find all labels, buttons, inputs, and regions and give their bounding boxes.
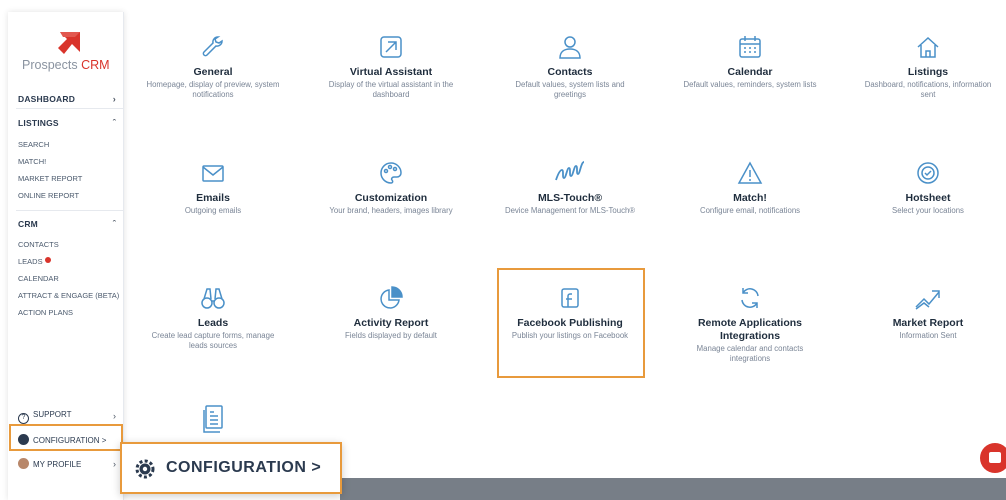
user-icon xyxy=(500,30,640,60)
chevron-right-icon: › xyxy=(113,411,116,421)
sidebar-item-contacts[interactable]: CONTACTS xyxy=(18,240,59,249)
tile-title: Match! xyxy=(733,192,767,204)
sync-icon xyxy=(680,281,820,311)
notification-dot-icon xyxy=(44,257,51,263)
tile-contacts[interactable]: Contacts Default values, system lists an… xyxy=(500,30,640,100)
tile-listings[interactable]: Listings Dashboard, notifications, infor… xyxy=(858,30,998,100)
bottom-bar xyxy=(340,478,1006,500)
tile-description: Homepage, display of preview, system not… xyxy=(146,80,280,99)
popout-label: CONFIGURATION > xyxy=(166,459,322,476)
wrench-icon xyxy=(143,30,283,60)
tile-activity-report[interactable]: Activity Report Fields displayed by defa… xyxy=(321,281,461,341)
tile-title: Leads xyxy=(197,317,229,329)
tile-title: Hotsheet xyxy=(905,192,951,204)
chevron-up-icon: ˆ xyxy=(112,118,116,128)
tile-description: Configure email, notifications xyxy=(699,206,801,215)
tile-mls-touch[interactable]: MLS-Touch® Device Management for MLS-Tou… xyxy=(500,156,640,216)
tile-description: Outgoing emails xyxy=(184,206,242,215)
chat-button[interactable] xyxy=(980,443,1006,473)
tile-emails[interactable]: Emails Outgoing emails xyxy=(143,156,283,216)
divider xyxy=(16,210,124,211)
mls-touch-icon xyxy=(500,156,640,186)
configuration-highlight xyxy=(9,424,123,451)
tile-description: Fields displayed by default xyxy=(345,331,437,340)
tile-title: Emails xyxy=(196,192,230,204)
tile-hotsheet[interactable]: Hotsheet Select your locations xyxy=(858,156,998,216)
tile-calendar[interactable]: Calendar Default values, reminders, syst… xyxy=(680,30,820,90)
sidebar-item-calendar[interactable]: CALENDAR xyxy=(18,274,59,283)
tile-title: Contacts xyxy=(547,66,593,78)
tile-description: Manage calendar and contacts integration… xyxy=(696,344,804,363)
chevron-up-icon: ˆ xyxy=(112,219,116,229)
tile-description: Display of the virtual assistant in the … xyxy=(328,80,454,99)
palette-icon xyxy=(321,156,461,186)
sidebar-item-search[interactable]: SEARCH xyxy=(18,140,49,149)
tile-title: Listings xyxy=(907,66,949,78)
calendar-icon xyxy=(680,30,820,60)
logo-mark-icon xyxy=(58,32,80,54)
tile-customization[interactable]: Customization Your brand, headers, image… xyxy=(321,156,461,216)
document-icon xyxy=(143,404,283,434)
logo[interactable]: Prospects CRM xyxy=(22,32,118,82)
tile-description: Device Management for MLS-Touch® xyxy=(504,206,636,215)
tile-match[interactable]: Match! Configure email, notifications xyxy=(680,156,820,216)
tile-title: Market Report xyxy=(892,317,964,329)
chevron-right-icon: › xyxy=(113,459,116,469)
sidebar-section-crm[interactable]: CRM ˆ xyxy=(18,219,124,235)
sidebar-item-label: DASHBOARD xyxy=(18,94,76,104)
tile-title: General xyxy=(193,66,233,78)
target-icon xyxy=(858,156,998,186)
tile-description: Information Sent xyxy=(899,331,957,340)
sidebar-item-label: LEADS xyxy=(18,257,43,266)
envelope-icon xyxy=(143,156,283,186)
sidebar-section-label: CRM xyxy=(18,219,38,229)
warning-icon xyxy=(680,156,820,186)
gear-icon xyxy=(135,459,155,479)
sidebar-item-match[interactable]: MATCH! xyxy=(18,157,46,166)
pie-chart-icon xyxy=(321,281,461,311)
tile-virtual-assistant[interactable]: Virtual Assistant Display of the virtual… xyxy=(321,30,461,100)
binoculars-icon xyxy=(143,281,283,311)
facebook-publishing-highlight xyxy=(497,268,645,378)
divider xyxy=(16,108,124,109)
logo-text: Prospects CRM xyxy=(22,58,110,72)
chevron-right-icon: › xyxy=(112,94,116,104)
tile-general[interactable]: General Homepage, display of preview, sy… xyxy=(143,30,283,100)
sidebar-section-listings[interactable]: LISTINGS ˆ xyxy=(18,118,124,134)
sidebar-item-my-profile[interactable]: MY PROFILE › xyxy=(18,458,124,474)
sidebar-item-market-report[interactable]: MARKET REPORT xyxy=(18,174,82,183)
tile-leads[interactable]: Leads Create lead capture forms, manage … xyxy=(143,281,283,351)
sidebar-item-label: SUPPORT xyxy=(33,410,72,419)
sidebar-item-leads[interactable]: LEADS xyxy=(18,257,51,266)
tile-description: Select your locations xyxy=(892,206,964,215)
assistant-arrow-icon xyxy=(321,30,461,60)
tile-document[interactable] xyxy=(143,404,283,440)
question-icon: ? xyxy=(18,413,29,424)
tile-title: Customization xyxy=(354,192,428,204)
sidebar-item-action-plans[interactable]: ACTION PLANS xyxy=(18,308,73,317)
tile-description: Create lead capture forms, manage leads … xyxy=(151,331,275,350)
tile-title: Calendar xyxy=(727,66,773,78)
configuration-popout[interactable]: CONFIGURATION > xyxy=(120,442,342,494)
tile-remote-applications[interactable]: Remote Applications Integrations Manage … xyxy=(680,281,820,364)
chat-icon xyxy=(989,452,1001,463)
tile-description: Your brand, headers, images library xyxy=(329,206,453,215)
tile-description: Dashboard, notifications, information se… xyxy=(864,80,992,99)
trend-chart-icon xyxy=(858,281,998,311)
tile-title: MLS-Touch® xyxy=(537,192,603,204)
sidebar-item-attract-engage[interactable]: ATTRACT & ENGAGE (BETA) xyxy=(18,291,119,300)
tile-title: Activity Report xyxy=(353,317,429,329)
avatar xyxy=(18,458,29,469)
tile-description: Default values, reminders, system lists xyxy=(683,80,817,89)
sidebar-section-label: LISTINGS xyxy=(18,118,59,128)
sidebar-item-label: MY PROFILE xyxy=(33,460,82,469)
tile-market-report[interactable]: Market Report Information Sent xyxy=(858,281,998,341)
tile-title: Virtual Assistant xyxy=(349,66,433,78)
tile-description: Default values, system lists and greetin… xyxy=(515,80,625,99)
house-icon xyxy=(858,30,998,60)
sidebar-item-online-report[interactable]: ONLINE REPORT xyxy=(18,191,79,200)
tile-title: Remote Applications Integrations xyxy=(697,317,803,342)
